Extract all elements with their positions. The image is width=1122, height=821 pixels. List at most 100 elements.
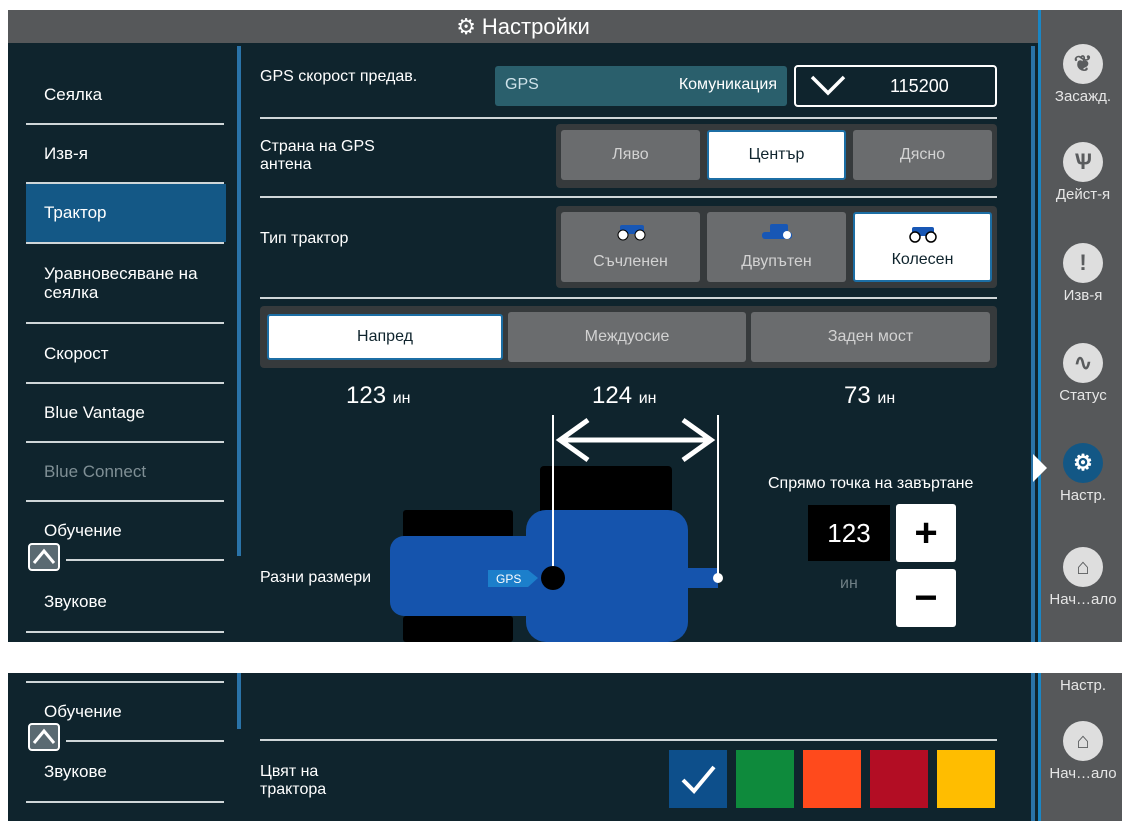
communication-label: Комуникация [678, 76, 777, 93]
alerts-shield-icon: ! [1063, 243, 1103, 283]
divider [260, 117, 997, 119]
gps-speed-label: GPS скорост предав. [260, 68, 418, 85]
divider [260, 196, 997, 198]
divider [260, 739, 997, 741]
rail-item-settings[interactable]: Настр. [1041, 677, 1122, 694]
active-rail-indicator [1033, 454, 1047, 482]
scroll-up-button[interactable] [28, 543, 60, 571]
measurement-rear[interactable]: 73 ин [844, 382, 895, 410]
wheeled-tractor-option[interactable]: Колесен [853, 212, 992, 282]
track-tractor-option[interactable]: Двупътен [707, 212, 846, 282]
articulated-tractor-option[interactable]: Съчленен [561, 212, 700, 282]
color-swatch-yellow[interactable] [937, 750, 995, 808]
axle-wheelbase-option[interactable]: Междуосие [508, 312, 746, 362]
sidebar-item-seeder[interactable]: Сеялка [26, 66, 226, 124]
sidebar-item-label: Звукове [44, 592, 107, 611]
planting-icon: ❦ [1063, 44, 1103, 84]
pivot-value-display[interactable]: 123 [808, 505, 890, 561]
color-swatch-green[interactable] [736, 750, 794, 808]
tractor-color-label: Цвят на трактора [260, 763, 327, 798]
tractor-type-label: Тип трактор [260, 230, 349, 247]
home-icon: ⌂ [1063, 721, 1103, 761]
color-swatch-orange[interactable] [803, 750, 861, 808]
divider [260, 297, 997, 299]
sidebar-item-speed[interactable]: Скорост [26, 325, 226, 383]
gps-communication-bar[interactable]: GPS Комуникация [495, 66, 787, 106]
option-label: Двупътен [741, 253, 812, 270]
antenna-side-selector: Ляво Център Дясно [556, 124, 997, 188]
rail-item-home[interactable]: ⌂ Нач…ало [1041, 721, 1122, 782]
sidebar-item-blue-vantage[interactable]: Blue Vantage [26, 384, 226, 442]
antenna-right-option[interactable]: Дясно [853, 130, 992, 180]
pivot-reference-label: Спрямо точка на завъртане [768, 475, 974, 492]
color-swatch-blue[interactable] [669, 750, 727, 808]
minus-icon: − [914, 575, 938, 620]
sidebar-item-label: Обучение [44, 521, 122, 540]
measurement-unit: ин [392, 390, 411, 407]
gps-tag: GPS [505, 76, 539, 93]
divider [26, 631, 224, 633]
content-scrollbar[interactable] [1031, 46, 1035, 642]
antenna-side-label: Страна на GPS антена [260, 138, 375, 173]
baud-value: 115200 [890, 75, 949, 96]
divider [26, 322, 224, 324]
tractor-type-selector: Съчленен Двупътен Колесен [556, 206, 997, 288]
rail-item-planting[interactable]: ❦ Засажд. [1041, 44, 1122, 105]
settings-gear-icon: ⚙ [1063, 443, 1103, 483]
sidebar-item-sounds[interactable]: Звукове [26, 573, 226, 631]
sidebar-scrollbar[interactable] [237, 46, 241, 556]
rail-item-label: Настр. [1059, 487, 1107, 504]
sidebar-item-sounds[interactable]: Звукове [26, 743, 226, 801]
antenna-center-option[interactable]: Център [707, 130, 846, 180]
axle-front-option[interactable]: Напред [267, 314, 503, 360]
option-label: Център [748, 146, 805, 163]
sidebar-item-seeder-balance[interactable]: Уравновесяване на сеялка [26, 248, 226, 318]
svg-text:GPS: GPS [496, 572, 521, 586]
content-scrollbar[interactable] [1031, 673, 1035, 821]
rail-item-label: Изв-я [1063, 287, 1103, 304]
decrement-button[interactable]: − [896, 569, 956, 627]
sidebar-item-tractor[interactable]: Трактор [26, 184, 226, 242]
increment-button[interactable]: + [896, 504, 956, 562]
measurement-unit: ин [638, 390, 657, 407]
actions-icon: Ѱ [1063, 142, 1103, 182]
rail-item-actions[interactable]: Ѱ Дейст-я [1041, 142, 1122, 203]
rail-item-alerts[interactable]: ! Изв-я [1041, 243, 1122, 304]
misc-dimensions-label: Разни размери [260, 569, 372, 586]
measurement-value: 124 [592, 382, 633, 409]
option-label: Напред [357, 328, 413, 345]
rail-item-label: Настр. [1059, 677, 1107, 694]
color-swatch-red[interactable] [870, 750, 928, 808]
sidebar-scrollbar[interactable] [237, 673, 241, 729]
settings-panel: ⚙ Настройки Сеялка Изв-я Трактор Уравнов… [8, 10, 1122, 642]
sidebar-item-label: Изв-я [44, 144, 88, 163]
page-title: Настройки [481, 13, 590, 39]
measurement-unit: ин [877, 390, 896, 407]
axle-rear-option[interactable]: Заден мост [751, 312, 990, 362]
nav-rail: ❦ Засажд. Ѱ Дейст-я ! Изв-я ∿ Статус ⚙ Настр.… [1038, 10, 1122, 642]
divider [26, 242, 224, 244]
sidebar: Сеялка Изв-я Трактор Уравновесяване на с… [8, 43, 236, 642]
settings-panel-scrolled: Обучение Звукове Цвят на трактора Настр.… [8, 673, 1122, 821]
measurement-wheelbase[interactable]: 124 ин [592, 382, 657, 410]
rail-item-status[interactable]: ∿ Статус [1041, 343, 1122, 404]
sidebar: Обучение Звукове [8, 673, 236, 821]
measurement-front[interactable]: 123 ин [346, 382, 411, 410]
rail-item-home[interactable]: ⌂ Нач…ало [1041, 547, 1122, 608]
baud-rate-select[interactable]: 115200 [794, 65, 997, 107]
nav-rail: Настр. ⌂ Нач…ало [1038, 673, 1122, 821]
antenna-left-option[interactable]: Ляво [561, 130, 700, 180]
status-pulse-icon: ∿ [1063, 343, 1103, 383]
sidebar-item-label: Blue Connect [44, 462, 147, 481]
chevron-up-icon [32, 548, 56, 564]
sidebar-item-alerts[interactable]: Изв-я [26, 125, 226, 183]
sidebar-item-label: Blue Vantage [44, 403, 145, 422]
axle-selector: Напред Междуосие Заден мост [260, 306, 997, 368]
rail-item-label: Засажд. [1054, 88, 1112, 105]
option-label: Дясно [899, 146, 946, 163]
rail-item-settings[interactable]: ⚙ Настр. [1041, 443, 1122, 504]
rail-item-label: Нач…ало [1049, 765, 1117, 782]
track-tractor-icon [761, 224, 792, 239]
wheeled-tractor-icon [908, 227, 937, 243]
sidebar-item-blue-connect: Blue Connect [26, 443, 226, 501]
